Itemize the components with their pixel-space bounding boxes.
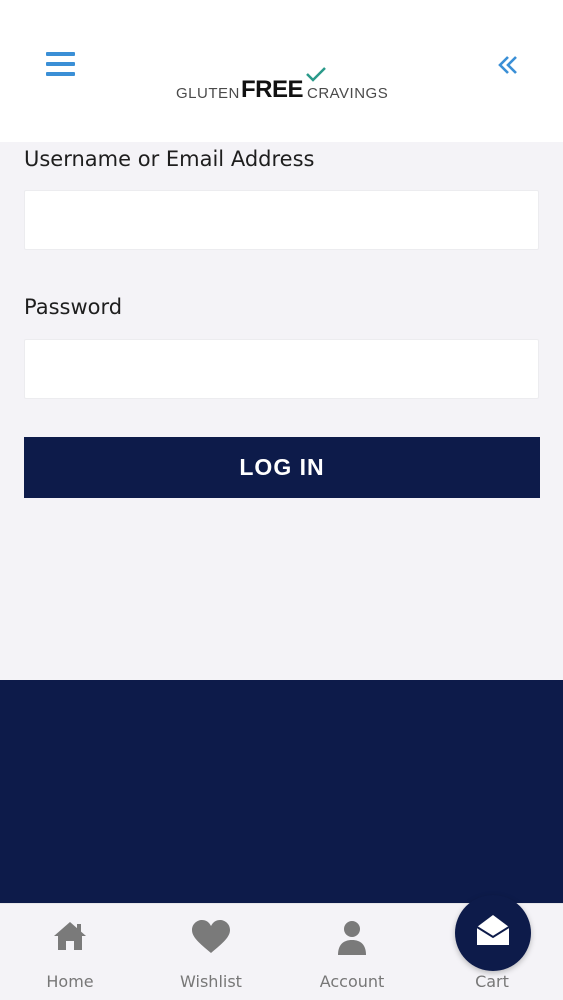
nav-item-home[interactable]: Home	[0, 904, 140, 1000]
nav-label-home: Home	[46, 972, 94, 991]
nav-label-account: Account	[319, 972, 385, 991]
password-input[interactable]	[24, 339, 539, 399]
checkmark-icon	[306, 67, 326, 82]
message-fab-button[interactable]	[455, 895, 531, 971]
login-button[interactable]: LOG IN	[24, 437, 540, 498]
hamburger-menu-icon[interactable]	[46, 52, 75, 76]
nav-label-cart: Cart	[475, 972, 509, 991]
heart-icon	[192, 920, 230, 953]
logo-word-cravings: CRAVINGS	[307, 85, 389, 102]
site-logo[interactable]: GLUTEN FREE CRAVINGS	[175, 66, 390, 106]
user-icon	[338, 921, 366, 955]
nav-item-account[interactable]: Account	[282, 904, 422, 1000]
username-label: Username or Email Address	[24, 147, 315, 171]
double-chevron-left-icon[interactable]	[497, 54, 519, 76]
footer-band	[0, 680, 563, 903]
logo-word-free: FREE	[241, 76, 304, 103]
home-icon	[54, 922, 86, 950]
nav-item-wishlist[interactable]: Wishlist	[141, 904, 281, 1000]
app-header: GLUTEN FREE CRAVINGS	[0, 0, 563, 142]
password-label: Password	[24, 295, 123, 319]
username-input[interactable]	[24, 190, 539, 250]
logo-word-gluten: GLUTEN	[176, 85, 240, 102]
envelope-open-icon	[476, 915, 510, 945]
nav-label-wishlist: Wishlist	[180, 972, 242, 991]
